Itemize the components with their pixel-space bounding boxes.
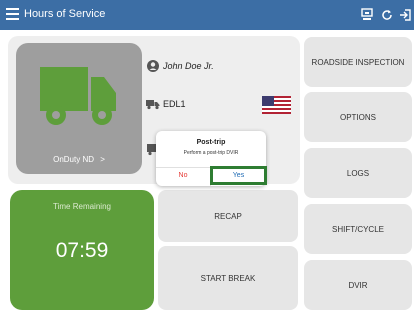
logs-button[interactable]: LOGS — [304, 148, 412, 198]
duty-status-tile[interactable]: OnDuty ND > — [16, 43, 142, 174]
dvir-button[interactable]: DVIR — [304, 260, 412, 310]
truck-icon — [40, 67, 116, 125]
dialog-message: Perform a post-trip DVIR — [183, 150, 239, 156]
dialog-no-button[interactable]: No — [157, 168, 209, 184]
duty-status-text: OnDuty ND — [53, 155, 94, 164]
recap-button[interactable]: RECAP — [158, 190, 298, 242]
app-header: Hours of Service — [0, 0, 414, 30]
dialog-yes-button[interactable]: Yes — [210, 166, 267, 185]
shift-cycle-button[interactable]: SHIFT/CYCLE — [304, 204, 412, 254]
vehicle-id: EDL1 — [163, 99, 186, 109]
us-flag-icon[interactable] — [262, 96, 291, 114]
driver-name: John Doe Jr. — [163, 61, 214, 71]
device-icon[interactable] — [360, 8, 374, 22]
time-remaining-tile: Time Remaining 07:59 — [10, 190, 154, 310]
truck-small-icon — [146, 100, 160, 110]
duty-status-label: OnDuty ND > — [16, 155, 142, 164]
logout-icon[interactable] — [399, 8, 413, 22]
chevron-right-icon: > — [100, 155, 105, 164]
refresh-icon[interactable] — [380, 8, 394, 22]
options-button[interactable]: OPTIONS — [304, 92, 412, 142]
time-remaining-label: Time Remaining — [53, 202, 111, 211]
user-icon — [147, 60, 159, 72]
time-remaining-value: 07:59 — [55, 239, 109, 262]
post-trip-dialog: Post-trip Perform a post-trip DVIR No Ye… — [156, 131, 267, 186]
start-break-button[interactable]: START BREAK — [158, 246, 298, 310]
menu-icon[interactable] — [6, 8, 19, 21]
app-title: Hours of Service — [24, 8, 106, 20]
roadside-inspection-button[interactable]: ROADSIDE INSPECTION — [304, 37, 412, 87]
dialog-title: Post-trip — [196, 139, 226, 146]
